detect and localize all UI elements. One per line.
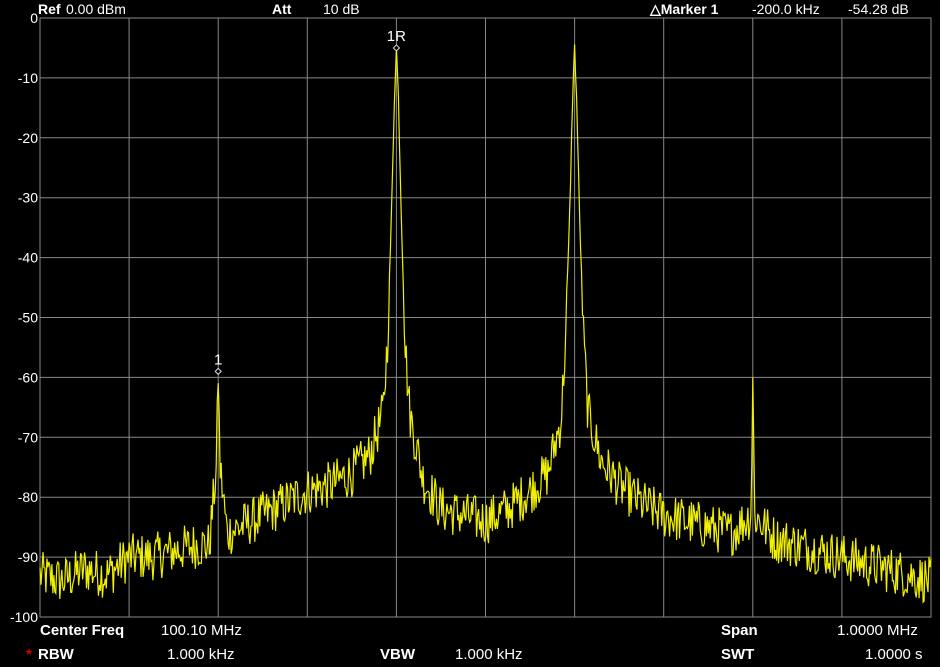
center-freq-label: Center Freq <box>40 622 125 639</box>
rbw-star-indicator: * <box>26 646 32 663</box>
vbw-value: 1.000 kHz <box>455 646 523 663</box>
swt-label: SWT <box>721 646 755 663</box>
marker-label: 1R <box>387 28 406 45</box>
marker-diamond <box>392 44 401 52</box>
span-label: Span <box>721 622 758 639</box>
markers: 1 1R <box>214 28 406 376</box>
spectrum-plot: 0 -10 -20 -30 -40 -50 -60 -70 -80 -90 -100 1 1R <box>10 10 932 625</box>
y-tick-label: 0 <box>30 10 38 26</box>
marker-label: 1 <box>214 351 222 368</box>
y-tick-label: -100 <box>10 609 38 625</box>
span-value: 1.0000 MHz <box>837 622 918 639</box>
swt-value: 1.0000 s <box>865 646 923 663</box>
spectrum-analyzer-screen: Ref 0.00 dBm Att 10 dB △Marker 1 -200.0 … <box>0 0 940 667</box>
y-tick-label: -10 <box>18 70 38 86</box>
y-axis-labels: 0 -10 -20 -30 -40 -50 -60 -70 -80 -90 -100 <box>10 10 38 625</box>
y-tick-label: -60 <box>18 369 38 385</box>
y-tick-label: -70 <box>18 429 38 445</box>
y-tick-label: -90 <box>18 549 38 565</box>
y-tick-label: -30 <box>18 190 38 206</box>
y-tick-label: -50 <box>18 310 38 326</box>
marker-diamond <box>214 367 222 376</box>
rbw-value: 1.000 kHz <box>167 646 235 663</box>
y-tick-label: -20 <box>18 130 38 146</box>
center-freq-value: 100.10 MHz <box>161 622 242 639</box>
y-tick-label: -80 <box>18 489 38 505</box>
rbw-label: RBW <box>38 646 74 663</box>
vbw-label: VBW <box>380 646 415 663</box>
y-tick-label: -40 <box>18 250 38 266</box>
